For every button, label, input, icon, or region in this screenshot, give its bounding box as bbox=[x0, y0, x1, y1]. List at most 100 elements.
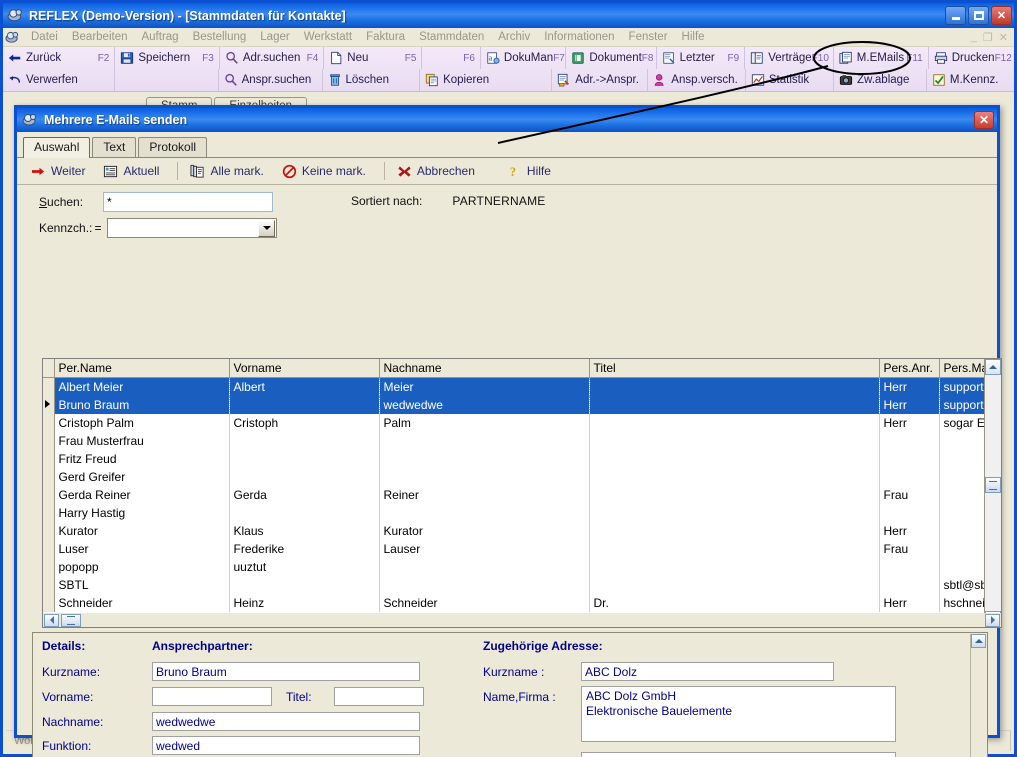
table-row[interactable]: Fritz Freud bbox=[43, 449, 1001, 468]
menu-item-auftrag[interactable]: Auftrag bbox=[134, 30, 185, 44]
dialog-close-button[interactable]: ✕ bbox=[974, 111, 994, 129]
menu-item-datei[interactable]: Datei bbox=[24, 30, 65, 44]
toolbar-button-vertraege[interactable]: Verträge F10 bbox=[745, 47, 834, 69]
menu-item-lager[interactable]: Lager bbox=[253, 30, 296, 44]
row-indicator[interactable] bbox=[43, 377, 55, 396]
tab-auswahl[interactable]: Auswahl bbox=[23, 137, 91, 158]
toolbar-button-dokuman[interactable]: a DokuMan F7 bbox=[481, 47, 567, 69]
table-row[interactable]: Schneider Heinz Schneider Dr. Herr hschneide bbox=[43, 593, 1001, 612]
toolbar-button-m-kennz[interactable]: M.Kennz. bbox=[927, 69, 1014, 91]
column-header-vorname[interactable]: Vorname bbox=[229, 359, 380, 378]
row-indicator[interactable] bbox=[43, 503, 55, 522]
menu-item-faktura[interactable]: Faktura bbox=[359, 30, 412, 44]
row-indicator[interactable] bbox=[43, 395, 55, 414]
close-button[interactable]: ✕ bbox=[991, 6, 1012, 25]
mdi-close-button[interactable]: ✕ bbox=[999, 31, 1008, 44]
row-indicator[interactable] bbox=[43, 413, 55, 432]
table-row[interactable]: SBTL sbtl@sbtl. bbox=[43, 575, 1001, 594]
aktuell-button[interactable]: Aktuell bbox=[97, 161, 171, 182]
scroll-left-button[interactable] bbox=[44, 613, 59, 627]
alle-markieren-button[interactable]: Alle mark. bbox=[184, 161, 275, 182]
abbrechen-button[interactable]: Abbrechen bbox=[391, 161, 487, 182]
hscroll-thumb[interactable] bbox=[61, 613, 81, 627]
toolbar-button-zw-ablage[interactable]: Zw.ablage bbox=[834, 69, 927, 91]
toolbar-button-m-emails[interactable]: M.EMails F11 bbox=[834, 47, 929, 69]
menu-item-informationen[interactable]: Informationen bbox=[537, 30, 621, 44]
row-indicator[interactable] bbox=[43, 593, 55, 612]
toolbar-button-zurueck[interactable]: Zurück F2 bbox=[3, 47, 116, 69]
tab-protokoll[interactable]: Protokoll bbox=[138, 137, 208, 157]
column-header-titel[interactable]: Titel bbox=[589, 359, 880, 378]
toolbar-button-adr-to-anspr[interactable]: Adr.->Anspr. bbox=[552, 69, 649, 91]
field-addr-kurzname[interactable]: ABC Dolz bbox=[581, 662, 834, 681]
menu-item-stammdaten[interactable]: Stammdaten bbox=[412, 30, 491, 44]
menu-item-bearbeiten[interactable]: Bearbeiten bbox=[65, 30, 135, 44]
table-row[interactable]: Cristoph Palm Cristoph Palm Herr sogar E-M bbox=[43, 413, 1001, 432]
table-row[interactable]: popopp uuztut bbox=[43, 557, 1001, 576]
mdi-restore-button[interactable]: ❐ bbox=[983, 31, 993, 44]
row-indicator[interactable] bbox=[43, 467, 55, 486]
toolbar-button-letzter[interactable]: Letzter F9 bbox=[657, 47, 746, 69]
column-header-nachname[interactable]: Nachname bbox=[379, 359, 590, 378]
toolbar-button-ansp-versch[interactable]: Ansp.versch. bbox=[648, 69, 746, 91]
toolbar-button-f6-slot[interactable]: F6 bbox=[422, 47, 481, 69]
menu-item-fenster[interactable]: Fenster bbox=[622, 30, 675, 44]
row-indicator[interactable] bbox=[43, 431, 55, 450]
contacts-grid[interactable]: Per.Name Vorname Nachname Titel Pers.Anr… bbox=[42, 358, 1002, 628]
field-funktion[interactable]: wedwed bbox=[152, 736, 420, 755]
column-header-pers-anr[interactable]: Pers.Anr. bbox=[879, 359, 940, 378]
tab-text[interactable]: Text bbox=[92, 137, 137, 157]
field-strasse[interactable]: Stromweg 12 bbox=[581, 752, 896, 757]
scroll-thumb[interactable] bbox=[985, 477, 1001, 493]
toolbar-button-dokument[interactable]: Dokument F8 bbox=[566, 47, 657, 69]
menu-item-archiv[interactable]: Archiv bbox=[491, 30, 537, 44]
menu-item-bestellung[interactable]: Bestellung bbox=[186, 30, 254, 44]
field-vorname[interactable] bbox=[152, 687, 272, 706]
toolbar-button-loeschen[interactable]: Löschen bbox=[323, 69, 421, 91]
mdi-minimize-button[interactable]: _ bbox=[971, 31, 977, 44]
keine-markieren-button[interactable]: Keine mark. bbox=[276, 161, 378, 182]
table-row[interactable]: Frau Musterfrau bbox=[43, 431, 1001, 450]
toolbar-button-statistik[interactable]: Statistik bbox=[746, 69, 835, 91]
table-row[interactable]: Luser Frederike Lauser Frau bbox=[43, 539, 1001, 558]
column-header-per-name[interactable]: Per.Name bbox=[54, 359, 230, 378]
table-row[interactable]: Bruno Braum wedwedwe Herr support@ bbox=[43, 395, 1001, 414]
scroll-right-button[interactable] bbox=[985, 613, 1000, 627]
minimize-button[interactable] bbox=[945, 6, 966, 25]
toolbar-button-anspr-suchen[interactable]: Anspr.suchen bbox=[219, 69, 323, 91]
grid-horizontal-scrollbar[interactable] bbox=[42, 613, 1002, 628]
row-indicator[interactable] bbox=[43, 449, 55, 468]
scroll-up-button[interactable] bbox=[985, 359, 1001, 375]
search-input[interactable] bbox=[103, 192, 273, 212]
toolbar-button-verwerfen[interactable]: Verwerfen bbox=[3, 69, 115, 91]
grid-vertical-scrollbar[interactable] bbox=[984, 359, 1001, 627]
table-row[interactable]: Harry Hastig bbox=[43, 503, 1001, 522]
chevron-down-icon[interactable] bbox=[258, 219, 275, 237]
row-indicator[interactable] bbox=[43, 557, 55, 576]
row-indicator[interactable] bbox=[43, 575, 55, 594]
menu-item-werkstatt[interactable]: Werkstatt bbox=[297, 30, 359, 44]
toolbar-button-adr-suchen[interactable]: Adr.suchen F4 bbox=[220, 47, 325, 69]
row-indicator[interactable] bbox=[43, 521, 55, 540]
row-indicator[interactable] bbox=[43, 539, 55, 558]
field-nachname[interactable]: wedwedwe bbox=[152, 712, 420, 731]
table-row[interactable]: Gerd Greifer bbox=[43, 467, 1001, 486]
details-vertical-scrollbar[interactable] bbox=[970, 634, 986, 757]
menu-item-hilfe[interactable]: Hilfe bbox=[675, 30, 712, 44]
toolbar-button-kopieren[interactable]: Kopieren bbox=[420, 69, 553, 91]
weiter-button[interactable]: Weiter bbox=[25, 161, 97, 182]
toolbar-button-speichern[interactable]: Speichern F3 bbox=[115, 47, 220, 69]
table-row[interactable]: Gerda Reiner Gerda Reiner Frau bbox=[43, 485, 1001, 504]
table-row[interactable]: Kurator Klaus Kurator Herr bbox=[43, 521, 1001, 540]
toolbar-button-drucken[interactable]: Drucken F12 bbox=[929, 47, 1014, 69]
kennzch-combo[interactable] bbox=[107, 218, 277, 238]
details-scroll-up-button[interactable] bbox=[971, 634, 986, 648]
table-row[interactable]: Albert Meier Albert Meier Herr support@ bbox=[43, 377, 1001, 396]
field-titel[interactable] bbox=[334, 687, 424, 706]
field-addr-firma[interactable]: ABC Dolz GmbH Elektronische Bauelemente bbox=[581, 686, 896, 742]
hilfe-button[interactable]: ? Hilfe bbox=[501, 161, 563, 182]
toolbar-button-neu[interactable]: Neu F5 bbox=[324, 47, 423, 69]
row-indicator[interactable] bbox=[43, 485, 55, 504]
field-kurzname[interactable]: Bruno Braum bbox=[152, 662, 420, 681]
maximize-button[interactable] bbox=[968, 6, 989, 25]
